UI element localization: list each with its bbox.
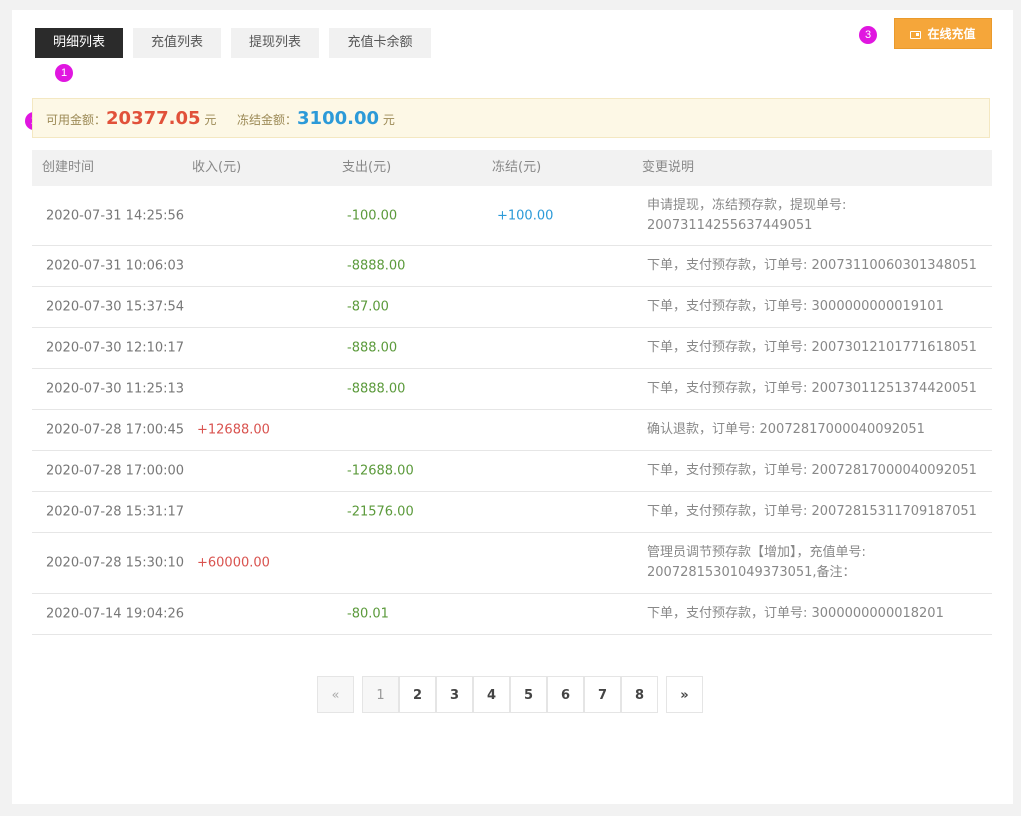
cell-description: 下单，支付预存款，订单号: 3000000000018201 — [647, 606, 944, 621]
table-header: 创建时间 收入(元) 支出(元) 冻结(元) 变更说明 — [32, 150, 992, 186]
pagination-page-5[interactable]: 5 — [510, 676, 547, 713]
pagination-page-1[interactable]: 1 — [362, 676, 399, 713]
header-description: 变更说明 — [642, 160, 695, 175]
tab-card-balance[interactable]: 充值卡余额 — [329, 28, 431, 58]
marker-badge-1: 1 — [55, 64, 73, 82]
cell-expense: -21576.00 — [347, 504, 414, 520]
cell-created-time: 2020-07-30 12:10:17 — [46, 340, 185, 356]
table-row: 2020-07-28 15:30:10 +60000.00 管理员调节预存款【增加】… — [32, 533, 992, 594]
cell-created-time: 2020-07-28 15:30:10 — [46, 555, 185, 571]
cell-expense: -87.00 — [347, 299, 389, 315]
pagination-page-3[interactable]: 3 — [436, 676, 473, 713]
cell-created-time: 2020-07-28 17:00:00 — [46, 463, 185, 479]
cell-expense: -888.00 — [347, 340, 398, 356]
cell-description: 下单，支付预存款，订单号: 3000000000019101 — [647, 299, 944, 314]
finance-panel: 明细列表 充值列表 提现列表 充值卡余额 1 2 3 在线充值 可用金额：203… — [12, 10, 1013, 804]
tab-detail-list[interactable]: 明细列表 — [35, 28, 123, 58]
table-row: 2020-07-30 12:10:17 -888.00 下单，支付预存款，订单号: … — [32, 328, 992, 369]
marker-badge-3: 3 — [859, 26, 877, 44]
wallet-icon — [910, 31, 922, 39]
header-income: 收入(元) — [192, 160, 242, 175]
tab-withdraw-list[interactable]: 提现列表 — [231, 28, 319, 58]
balance-bar: 可用金额：20377.05 元 冻结金额：3100.00 元 — [32, 98, 990, 138]
available-balance: 可用金额：20377.05 元 — [46, 99, 216, 140]
pagination-next-button[interactable]: » — [666, 676, 703, 713]
cell-created-time: 2020-07-30 15:37:54 — [46, 299, 185, 315]
cell-description: 下单，支付预存款，订单号: 20072815311709187051 — [647, 504, 977, 519]
pagination-page-4[interactable]: 4 — [473, 676, 510, 713]
available-label: 可用金额： — [46, 113, 107, 127]
table-body: 2020-07-31 14:25:56 -100.00 +100.00 申请提现，冻结… — [32, 186, 992, 635]
available-amount: 20377.05 — [106, 108, 201, 129]
cell-expense: -8888.00 — [347, 258, 406, 274]
table-row: 2020-07-28 15:31:17 -21576.00 下单，支付预存款，订单号… — [32, 492, 992, 533]
cell-description: 确认退款，订单号: 20072817000040092051 — [647, 422, 925, 437]
cell-created-time: 2020-07-28 15:31:17 — [46, 504, 185, 520]
frozen-amount: 3100.00 — [297, 108, 379, 129]
cell-created-time: 2020-07-28 17:00:45 — [46, 422, 185, 438]
cell-created-time: 2020-07-31 10:06:03 — [46, 258, 185, 274]
table-row: 2020-07-31 10:06:03 -8888.00 下单，支付预存款，订单号:… — [32, 246, 992, 287]
cell-description: 下单，支付预存款，订单号: 20072817000040092051 — [647, 463, 977, 478]
pagination-page-6[interactable]: 6 — [547, 676, 584, 713]
header-frozen: 冻结(元) — [492, 160, 542, 175]
cell-income: +60000.00 — [197, 555, 270, 571]
available-unit: 元 — [204, 113, 217, 127]
cell-expense: -8888.00 — [347, 381, 406, 397]
tab-recharge-list[interactable]: 充值列表 — [133, 28, 221, 58]
cell-created-time: 2020-07-30 11:25:13 — [46, 381, 185, 397]
pagination-prev-button[interactable]: « — [317, 676, 354, 713]
cell-description: 下单，支付预存款，订单号: 20073110060301348051 — [647, 258, 977, 273]
frozen-unit: 元 — [382, 113, 395, 127]
table-row: 2020-07-30 15:37:54 -87.00 下单，支付预存款，订单号: 3… — [32, 287, 992, 328]
header-expense: 支出(元) — [342, 160, 392, 175]
frozen-label: 冻结金额： — [237, 113, 298, 127]
pagination-page-7[interactable]: 7 — [584, 676, 621, 713]
table-row: 2020-07-28 17:00:00 -12688.00 下单，支付预存款，订单号… — [32, 451, 992, 492]
cell-expense: -12688.00 — [347, 463, 414, 479]
cell-description: 下单，支付预存款，订单号: 20073011251374420051 — [647, 381, 977, 396]
cell-income: +12688.00 — [197, 422, 270, 438]
cell-frozen: +100.00 — [497, 208, 554, 223]
table-row: 2020-07-28 17:00:45 +12688.00 确认退款，订单号: 20… — [32, 410, 992, 451]
table-row: 2020-07-14 19:04:26 -80.01 下单，支付预存款，订单号: 3… — [32, 594, 992, 635]
cell-created-time: 2020-07-14 19:04:26 — [46, 606, 185, 622]
cell-expense: -100.00 — [347, 208, 398, 223]
table-row: 2020-07-30 11:25:13 -8888.00 下单，支付预存款，订单号:… — [32, 369, 992, 410]
pagination-page-2[interactable]: 2 — [399, 676, 436, 713]
frozen-balance: 冻结金额：3100.00 元 — [237, 99, 395, 140]
cell-expense: -80.01 — [347, 606, 389, 622]
pagination-page-8[interactable]: 8 — [621, 676, 658, 713]
cell-description: 下单，支付预存款，订单号: 20073012101771618051 — [647, 340, 977, 355]
table-row: 2020-07-31 14:25:56 -100.00 +100.00 申请提现，冻结… — [32, 186, 992, 246]
cell-description: 申请提现，冻结预存款，提现单号: 20073114255637449051 — [647, 197, 847, 233]
online-recharge-button[interactable]: 在线充值 — [894, 18, 992, 49]
cell-description: 管理员调节预存款【增加】，充值单号: 20072815301049373051,… — [647, 545, 866, 580]
online-recharge-label: 在线充值 — [927, 27, 976, 41]
cell-created-time: 2020-07-31 14:25:56 — [46, 208, 185, 223]
header-created-time: 创建时间 — [42, 160, 95, 175]
